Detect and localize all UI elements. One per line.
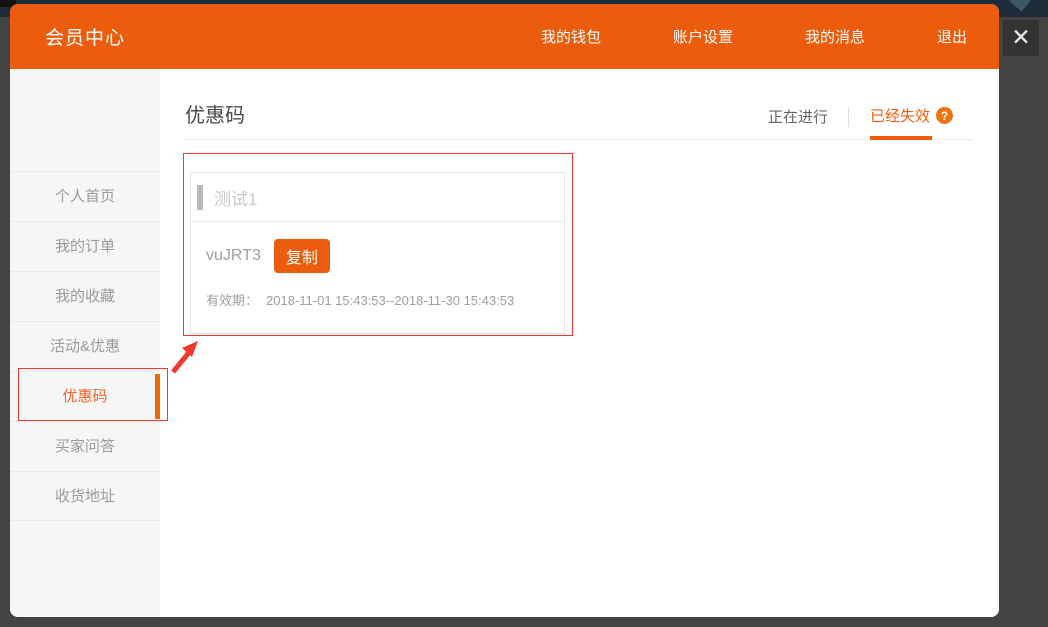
nav-my-messages[interactable]: 我的消息 [805,26,865,47]
sidebar-item-favorites[interactable]: 我的收藏 [10,271,160,321]
validity-label: 有效期： [206,293,258,308]
sidebar-item-label: 优惠码 [62,388,107,405]
sidebar-item-shipping-address[interactable]: 收货地址 [10,471,160,521]
sidebar-item-home[interactable]: 个人首页 [10,171,160,221]
coupon-card-header: 测试1 [191,173,564,222]
coupon-name: 测试1 [214,185,257,210]
coupon-card-body: vuJRT3 复制 有效期： 2018-11-01 15:43:53--2018-… [191,239,564,309]
sidebar-item-coupon-code[interactable]: 优惠码 [10,371,160,421]
member-center-modal: 会员中心 我的钱包 账户设置 我的消息 退出 个人首页 我的订单 我的收藏 活动… [10,4,999,617]
section-title: 优惠码 [185,99,245,128]
coupon-code-value: vuJRT3 [206,247,261,265]
sidebar-item-activities[interactable]: 活动&优惠 [10,321,160,371]
help-question-icon[interactable]: ? [936,107,953,124]
section-divider [185,139,973,140]
nav-account-settings[interactable]: 账户设置 [673,26,733,47]
nav-my-wallet[interactable]: 我的钱包 [541,26,601,47]
sidebar: 个人首页 我的订单 我的收藏 活动&优惠 优惠码 买家问答 收货地址 [10,69,160,617]
main-content: 优惠码 正在进行 已经失效 ? 测试1 vuJRT3 复制 有效期： 2018-1… [160,69,999,617]
tab-expired[interactable]: 已经失效 ? [870,105,953,126]
sidebar-menu: 个人首页 我的订单 我的收藏 活动&优惠 优惠码 买家问答 收货地址 [10,171,160,521]
copy-button[interactable]: 复制 [274,239,330,273]
header-nav: 我的钱包 账户设置 我的消息 退出 [541,4,967,69]
coupon-card: 测试1 vuJRT3 复制 有效期： 2018-11-01 15:43:53--2… [190,172,565,334]
coupon-validity: 有效期： 2018-11-01 15:43:53--2018-11-30 15:4… [206,290,564,309]
nav-logout[interactable]: 退出 [937,26,967,47]
coupon-title-bar-icon [197,185,203,210]
sidebar-item-buyer-qa[interactable]: 买家问答 [10,421,160,471]
tab-expired-label: 已经失效 [870,105,930,126]
active-tab-underline [870,136,932,140]
close-icon[interactable]: ✕ [1003,20,1039,56]
validity-value: 2018-11-01 15:43:53--2018-11-30 15:43:53 [266,293,514,308]
tab-separator [848,108,849,127]
tab-in-progress[interactable]: 正在进行 [768,106,828,127]
modal-header: 会员中心 我的钱包 账户设置 我的消息 退出 [10,4,999,69]
page-title: 会员中心 [45,23,125,50]
sidebar-item-orders[interactable]: 我的订单 [10,221,160,271]
